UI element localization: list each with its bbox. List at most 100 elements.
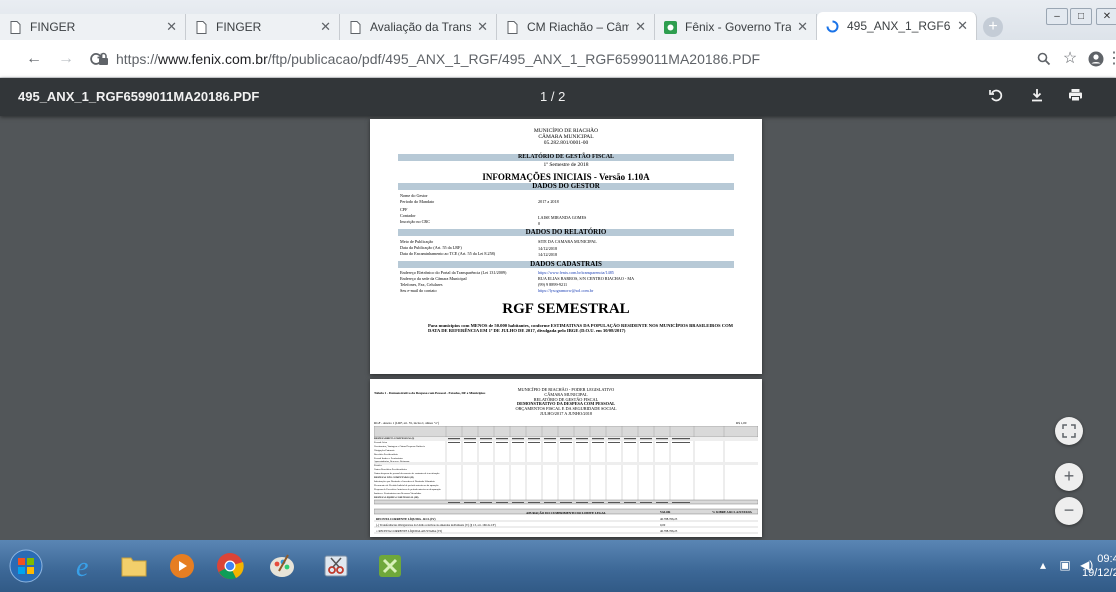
page1-header: MUNICÍPIO DE RIACHÃO CÂMARA MUNICIPAL 05… (370, 128, 762, 146)
app-icon[interactable] (370, 545, 410, 587)
tab-pdf-active[interactable]: 495_ANX_1_RGF659901 ✕ (817, 12, 977, 40)
cadastrais-value[interactable]: https://www.fenix.com.br/transparencia/1… (538, 270, 614, 275)
close-icon[interactable]: ✕ (477, 19, 488, 35)
relatorio-value: 14/12/2018 (538, 252, 558, 257)
window-close-button[interactable]: ✕ (1096, 8, 1116, 25)
footer-col-header: % SOBRE A RCL AJUSTADA (712, 510, 752, 514)
footer-row-value: 0,00 (660, 523, 666, 527)
rotate-icon[interactable] (988, 88, 1004, 104)
clock-date: 19/12/20 (1082, 567, 1116, 579)
fenix-icon (663, 20, 677, 34)
gestor-value: 0 (538, 221, 541, 226)
footer-row-label: RECEITA CORRENTE LÍQUIDA - RCL (IV) (376, 517, 436, 521)
system-clock[interactable]: 09:42 19/12/20 (1082, 552, 1116, 580)
close-icon[interactable]: ✕ (635, 19, 646, 35)
limit-heading: APURAÇÃO DO CUMPRIMENTO DO LIMITE LEGAL (526, 511, 606, 515)
print-icon[interactable] (1067, 88, 1083, 104)
windows-taskbar: e ▴ ▣ ◀) 09:42 19/12/20 (0, 540, 1116, 592)
header-line: 05.282.801/0001-00 (543, 140, 589, 146)
url-path: /ftp/publicacao/pdf/495_ANX_1_RGF/495_AN… (267, 51, 761, 67)
zoom-in-button[interactable]: + (1055, 463, 1083, 491)
tab-title: Avaliação da Transparê (370, 20, 471, 34)
window-controls: – □ (1044, 8, 1092, 26)
close-icon[interactable]: ✕ (957, 18, 968, 34)
relatorio-label: Meio de Publicação (400, 239, 434, 244)
footer-row-value: 46.788.766,23 (660, 529, 678, 533)
cadastrais-label: Endereço da sede da Câmara Municipal (400, 276, 467, 281)
tab-finger-1[interactable]: FINGER ✕ (0, 14, 186, 40)
header-line: JULHO/2017 A JUNHO/2018 (539, 410, 593, 416)
gestor-label: Nome do Gestor (400, 193, 428, 198)
close-icon[interactable]: ✕ (797, 19, 808, 35)
snipping-icon[interactable] (316, 545, 356, 587)
menu-icon[interactable]: ⋮ (1106, 49, 1116, 69)
ie-icon[interactable]: e (66, 545, 106, 587)
svg-text:e: e (76, 552, 88, 580)
back-arrow-icon[interactable]: ← (24, 49, 44, 69)
pdf-filename: 495_ANX_1_RGF6599011MA20186.PDF (18, 89, 260, 104)
main-title: INFORMAÇÕES INICIAIS - Versão 1.10A (482, 172, 650, 182)
window-close-area: ✕ (1094, 8, 1116, 26)
url-scheme: https:// (116, 51, 159, 67)
download-icon[interactable] (1029, 88, 1045, 104)
gestor-value: 2017 a 2018 (538, 199, 559, 204)
document-icon (194, 20, 208, 34)
cadastrais-value[interactable]: https://lysogramorw@sol.com.br (538, 288, 593, 293)
relatorio-value: SITE DA CAMARA MUNICIPAL (538, 239, 597, 244)
zoom-out-button[interactable]: − (1055, 497, 1083, 525)
cadastrais-label: Seu e-mail do contato (400, 288, 437, 293)
maximize-button[interactable]: □ (1070, 8, 1092, 25)
gestor-label: Contador (400, 213, 416, 218)
report-title: RELATÓRIO DE GESTÃO FISCAL (517, 154, 615, 160)
minimize-button[interactable]: – (1046, 8, 1068, 25)
close-icon[interactable]: ✕ (166, 19, 177, 35)
chrome-icon[interactable] (210, 545, 250, 587)
footer-row-value: 46.788.766,23 (660, 517, 678, 521)
relatorio-value: 14/12/2018 (538, 246, 558, 251)
tab-fenix[interactable]: Fênix - Governo Transp ✕ (655, 14, 817, 40)
footer-col-header: VALOR (660, 510, 671, 514)
explorer-icon[interactable] (114, 545, 154, 587)
tab-title: FINGER (30, 20, 76, 34)
cadastrais-value: (99) 9 8899-9211 (538, 282, 568, 287)
gestor-value: LAISE MIRANDA GOMES (538, 215, 587, 220)
report-period: 1º Semestre de 2018 (543, 162, 589, 168)
document-icon (505, 20, 519, 34)
gestor-label: Período do Mandato (400, 199, 435, 204)
profile-icon[interactable] (1086, 49, 1106, 69)
start-orb[interactable] (6, 545, 46, 587)
address-bar[interactable]: https://www.fenix.com.br/ftp/publicacao/… (116, 51, 760, 67)
lock-icon[interactable] (98, 52, 109, 65)
section-cadastrais: DADOS CADASTRAIS (530, 260, 602, 268)
relatorio-label: Data da Publicação (Art. 55 da LRF) (400, 245, 462, 250)
gestor-label: Inscrição no CRC (400, 219, 431, 224)
cadastrais-label: Telefones, Fax, Celulares (400, 282, 443, 287)
section-relatorio: DADOS DO RELATÓRIO (525, 228, 607, 236)
footer-row-label: = RECEITA CORRENTE LÍQUIDA AJUSTADA (VI) (376, 529, 442, 533)
star-icon[interactable]: ☆ (1060, 49, 1080, 69)
tab-title: 495_ANX_1_RGF659901 (847, 19, 951, 33)
media-player-icon[interactable] (162, 545, 202, 587)
relatorio-label: Data do Encaminhamento ao TCE (Art. 55 d… (400, 251, 496, 256)
new-tab-button[interactable]: + (983, 17, 1003, 37)
tab-avaliacao[interactable]: Avaliação da Transparê ✕ (340, 14, 497, 40)
network-icon[interactable]: ▣ (1059, 558, 1070, 572)
document-icon (348, 20, 362, 34)
clock-time: 09:42 (1097, 553, 1116, 565)
close-icon[interactable]: ✕ (320, 19, 331, 35)
page2-header: MUNICÍPIO DE RIACHÃO - PODER LEGISLATIVO… (370, 387, 762, 417)
loading-icon (825, 19, 839, 33)
tab-strip: FINGER ✕ FINGER ✕ Avaliação da Transparê… (0, 0, 1116, 40)
section-gestor: DADOS DO GESTOR (532, 182, 600, 190)
paint-icon[interactable] (262, 545, 302, 587)
tray-expand-icon[interactable]: ▴ (1040, 558, 1046, 572)
pdf-page-2: Tabela 1 - Demonstrativo da Despesa com … (370, 379, 762, 537)
population-note: Para municípios com MENOS de 50.000 habi… (428, 323, 733, 334)
fit-to-page-button[interactable] (1055, 417, 1083, 445)
url-host: www.fenix.com.br (158, 51, 268, 67)
forward-arrow-icon[interactable]: → (56, 49, 76, 69)
tab-finger-2[interactable]: FINGER ✕ (186, 14, 340, 40)
zoom-icon[interactable] (1034, 49, 1054, 69)
table-row-label: DESPESA LÍQUIDA COM PESSOAL (III) (374, 495, 419, 499)
tab-cm-riachao[interactable]: CM Riachão – Câmara N ✕ (497, 14, 655, 40)
